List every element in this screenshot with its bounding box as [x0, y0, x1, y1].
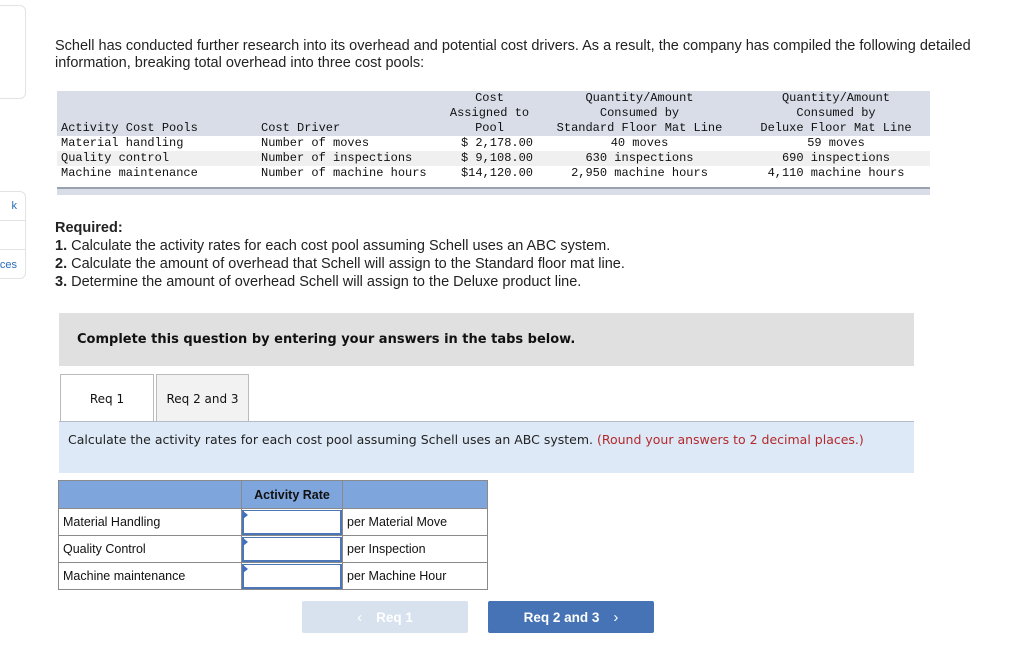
header-standard-line1: Quantity/Amount	[585, 91, 694, 105]
rate-row-machine-maintenance: Machine maintenance per Machine Hour	[58, 562, 488, 590]
task-instructions: Calculate the activity rates for each co…	[59, 421, 914, 473]
required-item-text: Calculate the amount of overhead that Sc…	[67, 256, 625, 272]
cell-cost: $14,120.00	[442, 166, 537, 181]
input-marker-icon	[243, 511, 248, 519]
cell-deluxe: 690 inspections	[742, 151, 930, 166]
instruction-banner: Complete this question by entering your …	[59, 313, 914, 366]
cost-pool-table: Activity Cost Pools Cost Driver Cost Ass…	[57, 91, 930, 181]
rate-row-quality-control: Quality Control per Inspection	[58, 535, 488, 563]
rate-header-blank	[58, 480, 242, 509]
header-driver-label: Cost Driver	[261, 121, 341, 135]
quality-control-rate-input[interactable]	[242, 536, 342, 562]
required-section: Required: 1. Calculate the activity rate…	[55, 219, 625, 291]
table-header-row: Activity Cost Pools Cost Driver Cost Ass…	[57, 91, 930, 136]
tab-req-1[interactable]: Req 1	[60, 374, 154, 422]
required-item-2: 2. Calculate the amount of overhead that…	[55, 255, 625, 273]
header-cost-line2: Assigned to	[449, 106, 530, 120]
rate-header-unit	[342, 480, 488, 509]
rate-row-unit: per Material Move	[342, 508, 488, 536]
rate-input-cell	[241, 535, 343, 563]
rate-table-header-row: Activity Rate	[58, 480, 488, 509]
tab-req-2-and-3[interactable]: Req 2 and 3	[156, 374, 249, 422]
rate-row-label: Material Handling	[58, 508, 242, 536]
cell-driver: Number of inspections	[257, 151, 442, 166]
requirement-tabs: Req 1 Req 2 and 3	[60, 374, 249, 422]
sidebar-item-2[interactable]	[0, 221, 25, 250]
chevron-left-icon: ‹	[357, 608, 363, 626]
intro-text: Schell has conducted further research in…	[55, 38, 971, 71]
rate-row-unit: per Machine Hour	[342, 562, 488, 590]
activity-rate-table: Activity Rate Material Handling per Mate…	[58, 480, 488, 590]
sidebar-panel-top	[0, 5, 26, 99]
table-footer-bar	[57, 187, 930, 195]
sidebar-nav: k ces	[0, 191, 26, 279]
prev-req-button[interactable]: ‹ Req 1	[302, 601, 468, 633]
cell-driver: Number of machine hours	[257, 166, 442, 181]
header-activity-cost-pools: Activity Cost Pools	[57, 91, 257, 136]
cell-cost: $ 2,178.00	[442, 136, 537, 151]
cell-driver: Number of moves	[257, 136, 442, 151]
table-row: Machine maintenance Number of machine ho…	[57, 166, 930, 181]
cell-cost: $ 9,108.00	[442, 151, 537, 166]
rate-input-cell	[241, 562, 343, 590]
task-text: Calculate the activity rates for each co…	[68, 432, 597, 447]
machine-maintenance-rate-input[interactable]	[242, 563, 342, 589]
chevron-right-icon: ›	[613, 608, 619, 626]
header-deluxe-line2: Consumed by	[796, 106, 876, 120]
prev-req-label: Req 1	[376, 609, 413, 625]
cell-pool: Machine maintenance	[57, 166, 257, 181]
rate-row-unit: per Inspection	[342, 535, 488, 563]
header-cost-line1: Cost	[475, 91, 504, 105]
header-cost-line3: Pool	[475, 121, 504, 135]
header-pool-label: Activity Cost Pools	[61, 121, 198, 135]
rate-input-cell	[241, 508, 343, 536]
header-deluxe-line1: Quantity/Amount	[781, 91, 891, 105]
rate-header-activity-rate: Activity Rate	[241, 480, 343, 509]
header-standard-quantity: Quantity/Amount Consumed by Standard Flo…	[537, 91, 742, 136]
next-req-label: Req 2 and 3	[523, 609, 600, 625]
header-cost-assigned: Cost Assigned to Pool	[442, 91, 537, 136]
header-standard-line2: Consumed by	[599, 106, 680, 120]
header-standard-line3: Standard Floor Mat Line	[556, 121, 723, 135]
table-row: Material handling Number of moves $ 2,17…	[57, 136, 930, 151]
input-marker-icon	[243, 565, 248, 573]
rate-row-label: Machine maintenance	[58, 562, 242, 590]
cell-pool: Quality control	[57, 151, 257, 166]
required-item-1: 1. Calculate the activity rates for each…	[55, 237, 625, 255]
header-deluxe-quantity: Quantity/Amount Consumed by Deluxe Floor…	[742, 91, 930, 136]
required-item-number: 1.	[55, 238, 68, 254]
header-cost-driver: Cost Driver	[257, 91, 442, 136]
required-heading: Required:	[55, 220, 123, 236]
input-marker-icon	[243, 538, 248, 546]
rate-row-label: Quality Control	[58, 535, 242, 563]
required-item-3: 3. Determine the amount of overhead Sche…	[55, 273, 625, 291]
rounding-hint: (Round your answers to 2 decimal places.…	[596, 432, 864, 447]
next-req-button[interactable]: Req 2 and 3 ›	[488, 601, 654, 633]
required-item-number: 3.	[55, 274, 68, 290]
cell-standard: 630 inspections	[537, 151, 742, 166]
header-deluxe-line3: Deluxe Floor Mat Line	[760, 121, 912, 135]
table-row: Quality control Number of inspections $ …	[57, 151, 930, 166]
required-item-number: 2.	[55, 256, 68, 272]
cell-standard: 40 moves	[537, 136, 742, 151]
cell-pool: Material handling	[57, 136, 257, 151]
material-handling-rate-input[interactable]	[242, 509, 342, 535]
required-item-text: Determine the amount of overhead Schell …	[67, 274, 582, 290]
rate-row-material-handling: Material Handling per Material Move	[58, 508, 488, 536]
required-item-text: Calculate the activity rates for each co…	[67, 238, 611, 254]
sidebar-item-3[interactable]: ces	[0, 250, 25, 279]
cell-standard: 2,950 machine hours	[537, 166, 742, 181]
cell-deluxe: 4,110 machine hours	[742, 166, 930, 181]
sidebar-item-1[interactable]: k	[0, 192, 25, 221]
cell-deluxe: 59 moves	[742, 136, 930, 151]
